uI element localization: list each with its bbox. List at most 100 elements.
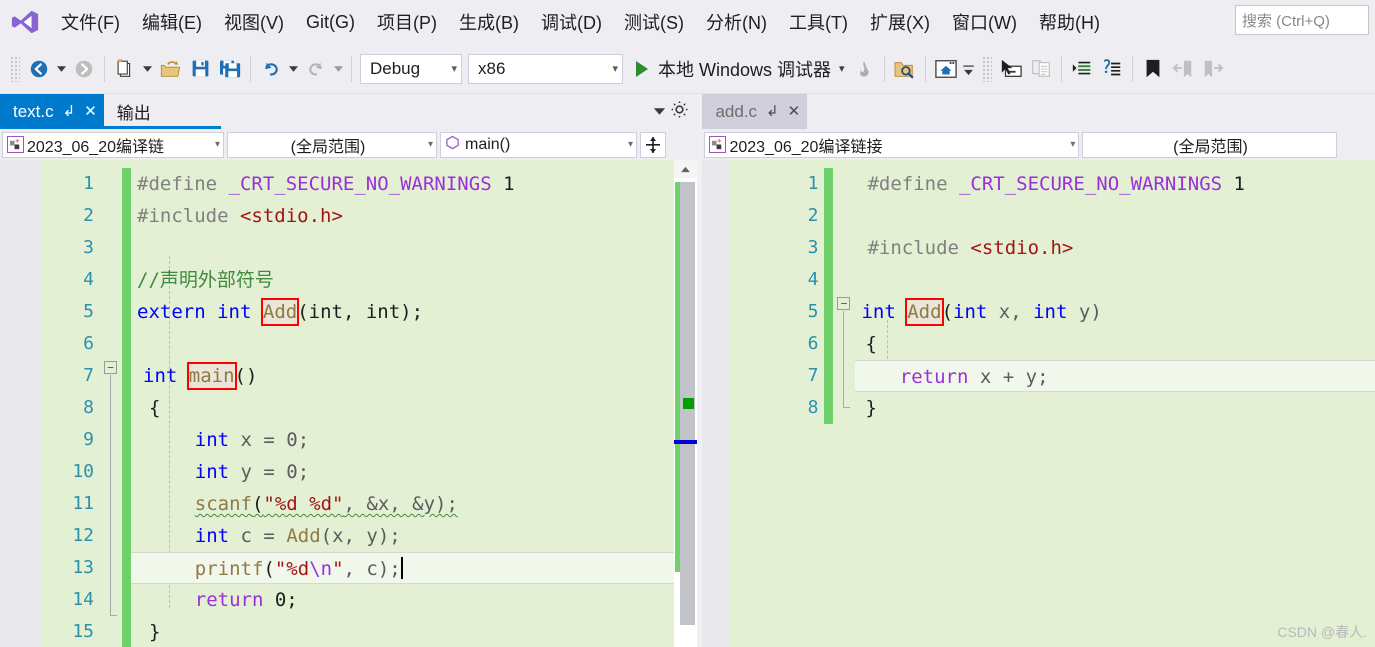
toolbar-grip[interactable] (10, 55, 20, 82)
code-line[interactable]: #define _CRT_SECURE_NO_WARNINGS 1 (855, 168, 1375, 200)
code-line[interactable]: int main() (131, 360, 674, 392)
split-view-icon[interactable] (640, 131, 666, 158)
code-line[interactable]: return 0; (131, 584, 674, 616)
home-dropdown-icon[interactable] (961, 52, 976, 86)
code-line-current[interactable]: printf("%d\n", c); (131, 552, 675, 584)
right-line-numbers: 1 2 3 4 5 6 7 8 (729, 160, 825, 647)
increase-indent-icon[interactable] (1067, 52, 1097, 86)
tab-add-c[interactable]: add.c ↲ ✕ (702, 94, 808, 129)
right-navigation-bar: 2023_06_20编译链接 ▾ (全局范围) (702, 129, 1375, 160)
code-line[interactable]: int Add(int x, int y) (855, 296, 1375, 328)
start-debugging-button[interactable]: 本地 Windows 调试器 ▾ (626, 52, 849, 86)
left-vertical-scrollbar[interactable] (674, 160, 698, 647)
left-fold-margin[interactable]: − (100, 160, 122, 647)
project-dropdown[interactable]: 2023_06_20编译链 ▾ (2, 131, 224, 158)
code-line[interactable] (131, 328, 674, 360)
menu-item-help[interactable]: 帮助(H) (1028, 5, 1111, 39)
solution-explorer-search-icon[interactable] (890, 52, 920, 86)
code-line[interactable]: #define _CRT_SECURE_NO_WARNINGS 1 (131, 168, 674, 200)
copy-lines-icon[interactable] (1026, 52, 1056, 86)
toolbar-grip[interactable] (981, 55, 992, 82)
save-all-icon[interactable] (215, 52, 245, 86)
undo-icon[interactable] (256, 52, 286, 86)
token-crt-macro: _CRT_SECURE_NO_WARNINGS (958, 173, 1223, 195)
open-file-icon[interactable] (155, 52, 185, 86)
next-bookmark-icon[interactable] (1198, 52, 1228, 86)
scroll-up-icon[interactable] (674, 160, 698, 178)
menu-item-git[interactable]: Git(G) (295, 8, 366, 37)
solution-platform-dropdown[interactable]: x86 ▾ (468, 53, 623, 84)
gear-icon[interactable] (670, 100, 689, 124)
undo-dropdown-icon[interactable] (286, 52, 301, 86)
menu-item-project[interactable]: 项目(P) (366, 5, 448, 39)
menu-item-analyze[interactable]: 分析(N) (695, 5, 778, 39)
home-icon[interactable] (931, 52, 961, 86)
right-code-text[interactable]: #define _CRT_SECURE_NO_WARNINGS 1 #inclu… (855, 160, 1375, 647)
code-line-current[interactable]: return x + y; (855, 360, 1375, 392)
hot-reload-icon[interactable] (849, 52, 879, 86)
code-line[interactable]: int x = 0; (131, 424, 674, 456)
tab-text-c[interactable]: text.c ↲ ✕ (0, 94, 104, 129)
menu-item-test[interactable]: 测试(S) (613, 5, 695, 39)
function-dropdown[interactable]: main() ▾ (440, 131, 637, 158)
code-line[interactable]: { (855, 328, 1375, 360)
pin-icon[interactable]: ↲ (63, 104, 76, 119)
navigate-back-icon[interactable] (24, 52, 54, 86)
code-line[interactable] (855, 200, 1375, 232)
code-line[interactable]: } (855, 392, 1375, 424)
scope-dropdown[interactable]: (全局范围) (1082, 131, 1338, 158)
code-line[interactable]: scanf("%d %d", &x, &y); (131, 488, 674, 520)
menu-item-tools[interactable]: 工具(T) (778, 5, 859, 39)
comment-icon[interactable] (1097, 52, 1127, 86)
project-dropdown-value: 2023_06_20编译链接 (729, 138, 883, 156)
token-decl-x: x = 0; (240, 429, 310, 451)
close-icon[interactable]: ✕ (84, 104, 97, 119)
save-icon[interactable] (185, 52, 215, 86)
code-line[interactable]: #include <stdio.h> (131, 200, 674, 232)
code-line[interactable]: #include <stdio.h> (855, 232, 1375, 264)
code-line[interactable]: extern int Add(int, int); (131, 296, 674, 328)
active-tab-underline (0, 126, 221, 129)
new-file-icon[interactable] (110, 52, 140, 86)
menu-item-window[interactable]: 窗口(W) (941, 5, 1028, 39)
chevron-down-icon: ▾ (427, 139, 433, 150)
solution-configuration-dropdown[interactable]: Debug ▾ (360, 53, 462, 84)
code-line[interactable]: { (131, 392, 674, 424)
code-line[interactable]: int c = Add(x, y); (131, 520, 674, 552)
left-code-text[interactable]: #define _CRT_SECURE_NO_WARNINGS 1 #inclu… (131, 160, 675, 647)
left-code-area[interactable]: 1 2 3 4 5 6 7 8 9 10 11 12 13 14 15 − #d… (0, 160, 698, 647)
scope-dropdown[interactable]: (全局范围) ▾ (227, 131, 437, 158)
pin-icon[interactable]: ↲ (766, 104, 779, 119)
new-file-dropdown-icon[interactable] (140, 52, 155, 86)
close-icon[interactable]: ✕ (788, 104, 801, 119)
project-dropdown[interactable]: 2023_06_20编译链接 ▾ (704, 131, 1080, 158)
code-line[interactable] (855, 264, 1375, 296)
token-scanf: scanf (194, 493, 252, 515)
code-line[interactable]: int y = 0; (131, 456, 674, 488)
tab-overflow-chevron-down-icon[interactable] (653, 103, 666, 121)
navigate-forward-icon[interactable] (69, 52, 99, 86)
fold-toggle-add[interactable]: − (837, 297, 851, 310)
menu-item-build[interactable]: 生成(B) (448, 5, 530, 39)
chevron-down-icon[interactable]: ▾ (839, 62, 845, 75)
redo-icon[interactable] (301, 52, 331, 86)
redo-dropdown-icon[interactable] (331, 52, 346, 86)
menu-item-extensions[interactable]: 扩展(X) (859, 5, 941, 39)
menu-item-debug[interactable]: 调试(D) (530, 5, 613, 39)
code-line[interactable]: } (131, 616, 674, 647)
code-line[interactable] (131, 232, 674, 264)
fold-toggle-main[interactable]: − (104, 361, 117, 374)
menu-item-file[interactable]: 文件(F) (50, 5, 131, 39)
tab-output[interactable]: 输出 (104, 94, 158, 129)
right-fold-margin[interactable]: − (833, 160, 856, 647)
search-input[interactable]: 搜索 (Ctrl+Q) (1235, 5, 1369, 35)
code-line[interactable]: //声明外部符号 (131, 264, 674, 296)
right-code-area[interactable]: 1 2 3 4 5 6 7 8 − #define _CRT_SECURE_NO… (702, 160, 1375, 647)
menu-item-edit[interactable]: 编辑(E) (131, 5, 213, 39)
menu-item-view[interactable]: 视图(V) (213, 5, 295, 39)
bookmark-icon[interactable] (1138, 52, 1168, 86)
select-element-icon[interactable] (996, 52, 1026, 86)
navigate-back-dropdown-icon[interactable] (54, 52, 69, 86)
previous-bookmark-icon[interactable] (1168, 52, 1198, 86)
left-line-numbers: 1 2 3 4 5 6 7 8 9 10 11 12 13 14 15 (42, 160, 100, 647)
